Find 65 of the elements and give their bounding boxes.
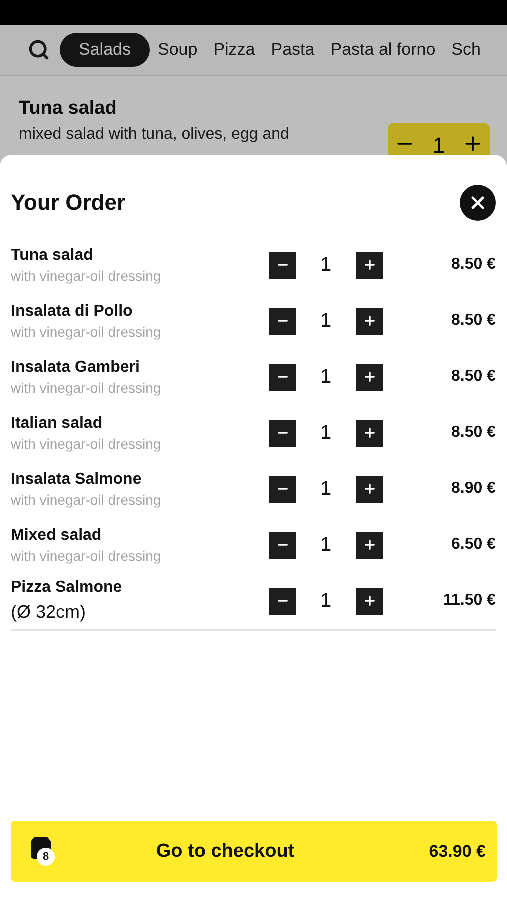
search-icon[interactable] xyxy=(28,39,50,61)
sheet-title: Your Order xyxy=(11,190,126,216)
item-count-badge: 8 xyxy=(37,848,55,866)
decrease-button[interactable] xyxy=(269,532,296,558)
item-price: 11.50 € xyxy=(442,592,496,610)
increase-button[interactable] xyxy=(356,588,383,614)
item-name: Insalata Gamberi xyxy=(11,358,141,376)
decrease-button[interactable] xyxy=(269,308,296,334)
item-quantity: 1 xyxy=(319,534,333,556)
decrease-button[interactable] xyxy=(269,420,296,446)
plus-icon xyxy=(362,314,376,328)
item-name: Italian salad xyxy=(11,414,104,432)
category-tab[interactable]: Pasta al forno xyxy=(322,33,444,67)
dish-name: Tuna salad xyxy=(19,98,118,120)
plus-icon xyxy=(362,594,376,608)
plus-icon xyxy=(362,370,376,384)
item-quantity: 1 xyxy=(319,310,333,332)
item-price: 8.50 € xyxy=(450,424,496,442)
decrease-button[interactable] xyxy=(269,476,296,502)
increase-button[interactable] xyxy=(356,532,383,558)
item-price: 8.50 € xyxy=(450,368,496,386)
plus-icon xyxy=(362,538,376,552)
category-tab[interactable]: Pizza xyxy=(206,33,264,67)
decrease-button[interactable] xyxy=(269,364,296,390)
item-name: Pizza Salmone xyxy=(11,579,124,597)
item-quantity: 1 xyxy=(319,590,333,612)
item-name: Insalata di Pollo xyxy=(11,302,134,320)
order-total: 63.90 € xyxy=(428,842,486,862)
checkout-button[interactable]: 8 Go to checkout 63.90 € xyxy=(11,821,497,882)
category-tab[interactable]: Pasta xyxy=(263,33,323,67)
item-note: with vinegar-oil dressing xyxy=(11,492,162,508)
category-tab[interactable]: Sch xyxy=(444,33,489,67)
item-price: 8.50 € xyxy=(450,312,496,330)
checkout-label: Go to checkout xyxy=(155,840,296,862)
item-note: with vinegar-oil dressing xyxy=(11,268,162,284)
item-price: 8.90 € xyxy=(450,480,496,498)
decrease-button[interactable] xyxy=(269,252,296,278)
item-note: (Ø 32cm) xyxy=(11,602,88,623)
increase-button[interactable] xyxy=(356,308,383,334)
plus-icon xyxy=(362,258,376,272)
item-name: Tuna salad xyxy=(11,246,94,264)
item-price: 6.50 € xyxy=(450,536,496,554)
close-button[interactable] xyxy=(460,185,496,221)
category-tab[interactable]: Salads xyxy=(60,33,150,67)
plus-icon xyxy=(362,482,376,496)
decrease-button[interactable] xyxy=(269,588,296,614)
item-note: with vinegar-oil dressing xyxy=(11,380,162,396)
dish-description: mixed salad with tuna, olives, egg and xyxy=(19,126,290,144)
item-name: Mixed salad xyxy=(11,526,103,544)
increase-button[interactable] xyxy=(356,476,383,502)
increase-button[interactable] xyxy=(356,420,383,446)
plus-icon xyxy=(362,426,376,440)
item-quantity: 1 xyxy=(319,422,333,444)
item-quantity: 1 xyxy=(319,478,333,500)
category-tab[interactable]: Soup xyxy=(150,33,206,67)
item-quantity: 1 xyxy=(319,254,333,276)
increase-button[interactable] xyxy=(356,364,383,390)
item-quantity: 1 xyxy=(319,366,333,388)
increase-button[interactable] xyxy=(356,252,383,278)
item-price: 8.50 € xyxy=(450,256,496,274)
item-name: Insalata Salmone xyxy=(11,470,143,488)
quantity-stepper[interactable]: 1 xyxy=(388,123,490,157)
item-note: with vinegar-oil dressing xyxy=(11,548,162,564)
item-note: with vinegar-oil dressing xyxy=(11,324,162,340)
item-note: with vinegar-oil dressing xyxy=(11,436,162,452)
